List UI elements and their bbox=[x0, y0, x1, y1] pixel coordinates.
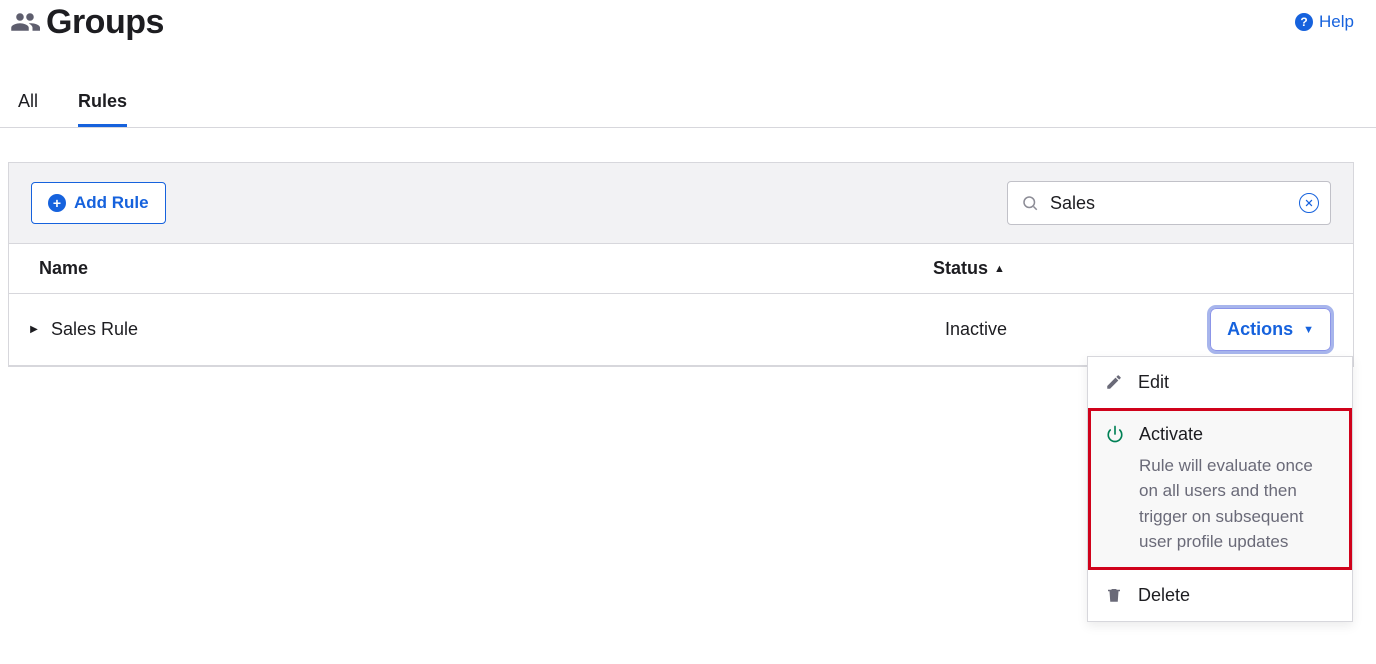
rules-panel: + Add Rule Name Status ▲ ▶ Sales R bbox=[8, 162, 1354, 367]
search-wrap bbox=[1007, 181, 1331, 225]
add-rule-button[interactable]: + Add Rule bbox=[31, 182, 166, 224]
table-header: Name Status ▲ bbox=[9, 244, 1353, 294]
groups-icon bbox=[10, 7, 40, 37]
menu-delete-label: Delete bbox=[1138, 584, 1336, 607]
menu-activate-description: Rule will evaluate once on all users and… bbox=[1139, 453, 1335, 555]
sort-ascending-icon: ▲ bbox=[994, 263, 1005, 275]
menu-item-delete[interactable]: Delete bbox=[1088, 570, 1352, 621]
menu-edit-label: Edit bbox=[1138, 371, 1336, 394]
power-icon bbox=[1105, 423, 1125, 443]
menu-item-activate[interactable]: Activate Rule will evaluate once on all … bbox=[1088, 408, 1352, 569]
actions-menu: Edit Activate Rule will evaluate once on… bbox=[1087, 356, 1353, 622]
tab-rules[interactable]: Rules bbox=[78, 91, 127, 127]
column-status[interactable]: Status ▲ bbox=[933, 258, 1323, 279]
page-title: Groups bbox=[46, 3, 164, 42]
actions-label: Actions bbox=[1227, 319, 1293, 340]
tab-all[interactable]: All bbox=[18, 91, 38, 127]
help-icon: ? bbox=[1295, 13, 1313, 31]
column-name[interactable]: Name bbox=[39, 258, 933, 279]
plus-icon: + bbox=[48, 194, 66, 212]
menu-item-edit[interactable]: Edit bbox=[1088, 357, 1352, 408]
row-name: Sales Rule bbox=[41, 319, 945, 340]
trash-icon bbox=[1104, 584, 1124, 604]
column-status-label: Status bbox=[933, 258, 988, 279]
menu-activate-label: Activate bbox=[1139, 423, 1335, 446]
row-status: Inactive bbox=[945, 319, 1145, 340]
clear-search-icon[interactable] bbox=[1299, 193, 1319, 213]
caret-down-icon: ▼ bbox=[1303, 324, 1314, 336]
table-row: ▶ Sales Rule Inactive Actions ▼ Edit bbox=[9, 294, 1353, 366]
add-rule-label: Add Rule bbox=[74, 193, 149, 213]
help-link[interactable]: ? Help bbox=[1295, 12, 1354, 32]
pencil-icon bbox=[1104, 371, 1124, 391]
expand-row-icon[interactable]: ▶ bbox=[27, 324, 41, 335]
search-icon bbox=[1021, 194, 1039, 212]
actions-button[interactable]: Actions ▼ bbox=[1210, 308, 1331, 351]
search-input[interactable] bbox=[1007, 181, 1331, 225]
toolbar: + Add Rule bbox=[9, 163, 1353, 244]
tabs: All Rules bbox=[0, 86, 1376, 128]
help-label: Help bbox=[1319, 12, 1354, 32]
